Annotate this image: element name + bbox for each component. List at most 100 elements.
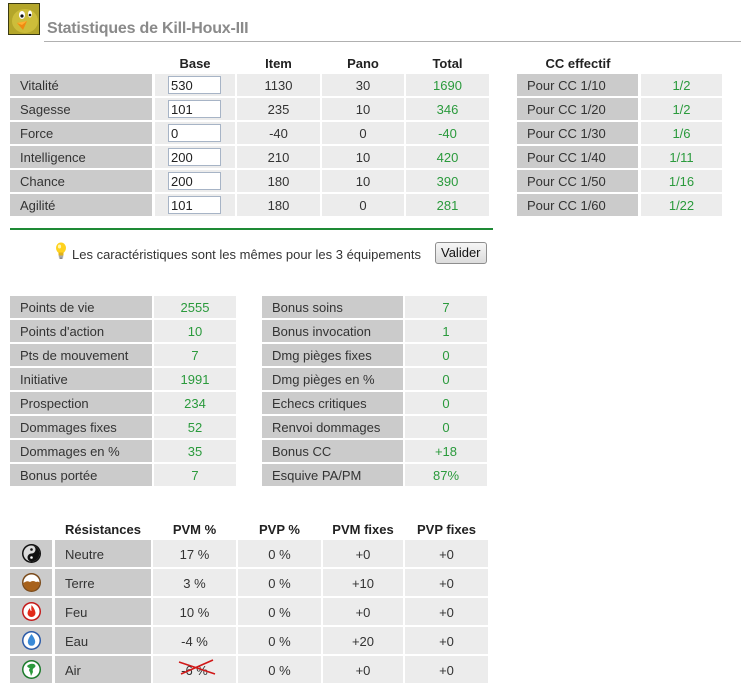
item-value: 235: [237, 98, 320, 120]
pvm-fixed-value: +0: [323, 656, 403, 683]
stat-label: Pts de mouvement: [10, 344, 152, 366]
cc-value: 1/2: [641, 74, 722, 96]
element-icon-cell: [10, 569, 52, 596]
stat-label: Chance: [10, 170, 152, 192]
stat-label: Esquive PA/PM: [262, 464, 403, 486]
pano-value: 30: [322, 74, 404, 96]
column-header-base: Base: [179, 56, 211, 71]
base-input[interactable]: [168, 172, 221, 190]
pvp-pct-value: 0 %: [238, 627, 321, 654]
base-cell: [155, 74, 235, 96]
cc-value: 1/11: [641, 146, 722, 168]
pvm-fixed-value: +0: [323, 540, 403, 567]
element-name: Neutre: [55, 540, 151, 567]
fire-icon: [22, 602, 41, 621]
total-value: 1690: [406, 74, 489, 96]
total-value: 346: [406, 98, 489, 120]
stat-label: Bonus CC: [262, 440, 403, 462]
element-icon-cell: [10, 540, 52, 567]
pvm-pct-value: 3 %: [153, 569, 236, 596]
notice-text: Les caractéristiques sont les mêmes pour…: [72, 247, 422, 262]
stat-value: 52: [154, 416, 236, 438]
cc-value: 1/6: [641, 122, 722, 144]
base-input[interactable]: [168, 76, 221, 94]
stat-value: 35: [154, 440, 236, 462]
air-icon: [22, 660, 41, 679]
pvp-pct-value: 0 %: [238, 540, 321, 567]
lightbulb-icon: [56, 242, 66, 259]
pvp-fixed-value: +0: [405, 540, 488, 567]
column-header-resistances: Résistances: [65, 522, 141, 537]
element-icon-cell: [10, 598, 52, 625]
stat-value: 10: [154, 320, 236, 342]
element-name: Terre: [55, 569, 151, 596]
stat-label: Agilité: [10, 194, 152, 216]
stat-value: 7: [154, 344, 236, 366]
element-icon-cell: [10, 627, 52, 654]
cc-label: Pour CC 1/60: [517, 194, 638, 216]
stat-label: Sagesse: [10, 98, 152, 120]
avatar: [8, 3, 40, 35]
section-divider: [10, 228, 493, 230]
column-header-item: Item: [265, 56, 292, 71]
pano-value: 0: [322, 122, 404, 144]
stat-label: Points d'action: [10, 320, 152, 342]
pvm-fixed-value: +10: [323, 569, 403, 596]
stat-label: Dmg pièges fixes: [262, 344, 403, 366]
stat-label: Force: [10, 122, 152, 144]
stat-value: 87%: [405, 464, 487, 486]
pvm-pct-value: 10 %: [153, 598, 236, 625]
stat-label: Echecs critiques: [262, 392, 403, 414]
pvm-pct-value: -6 %: [153, 656, 236, 683]
stat-label: Intelligence: [10, 146, 152, 168]
pvp-pct-value: 0 %: [238, 569, 321, 596]
item-value: 210: [237, 146, 320, 168]
neutral-yinyang-icon: [22, 544, 41, 563]
chick-avatar-icon: [8, 3, 40, 35]
cc-label: Pour CC 1/10: [517, 74, 638, 96]
base-input[interactable]: [168, 148, 221, 166]
stat-value: 234: [154, 392, 236, 414]
pvm-pct-value: 17 %: [153, 540, 236, 567]
stat-label: Bonus invocation: [262, 320, 403, 342]
pvm-fixed-value: +20: [323, 627, 403, 654]
cc-value: 1/2: [641, 98, 722, 120]
pano-value: 0: [322, 194, 404, 216]
pvm-pct-value: -4 %: [153, 627, 236, 654]
cc-value: 1/22: [641, 194, 722, 216]
base-input[interactable]: [168, 124, 221, 142]
column-header-total: Total: [432, 56, 463, 71]
pano-value: 10: [322, 170, 404, 192]
total-value: -40: [406, 122, 489, 144]
column-header-pvp-pct: PVP %: [259, 522, 300, 537]
stat-label: Dommages fixes: [10, 416, 152, 438]
base-cell: [155, 170, 235, 192]
pvm-fixed-value: +0: [323, 598, 403, 625]
stat-label: Prospection: [10, 392, 152, 414]
element-icon-cell: [10, 656, 52, 683]
total-value: 281: [406, 194, 489, 216]
stat-label: Vitalité: [10, 74, 152, 96]
water-icon: [22, 631, 41, 650]
stat-value: 0: [405, 368, 487, 390]
pano-value: 10: [322, 146, 404, 168]
stat-label: Points de vie: [10, 296, 152, 318]
base-input[interactable]: [168, 196, 221, 214]
strikethrough-x-icon: [178, 659, 216, 675]
stat-label: Bonus soins: [262, 296, 403, 318]
validate-button[interactable]: Valider: [435, 242, 487, 264]
pvp-pct-value: 0 %: [238, 656, 321, 683]
cc-label: Pour CC 1/40: [517, 146, 638, 168]
column-header-pano: Pano: [347, 56, 379, 71]
stat-value: 7: [154, 464, 236, 486]
pano-value: 10: [322, 98, 404, 120]
stat-value: 1: [405, 320, 487, 342]
stat-label: Dmg pièges en %: [262, 368, 403, 390]
item-value: 180: [237, 170, 320, 192]
base-input[interactable]: [168, 100, 221, 118]
cc-value: 1/16: [641, 170, 722, 192]
base-cell: [155, 98, 235, 120]
base-cell: [155, 122, 235, 144]
stat-label: Renvoi dommages: [262, 416, 403, 438]
pvp-fixed-value: +0: [405, 627, 488, 654]
